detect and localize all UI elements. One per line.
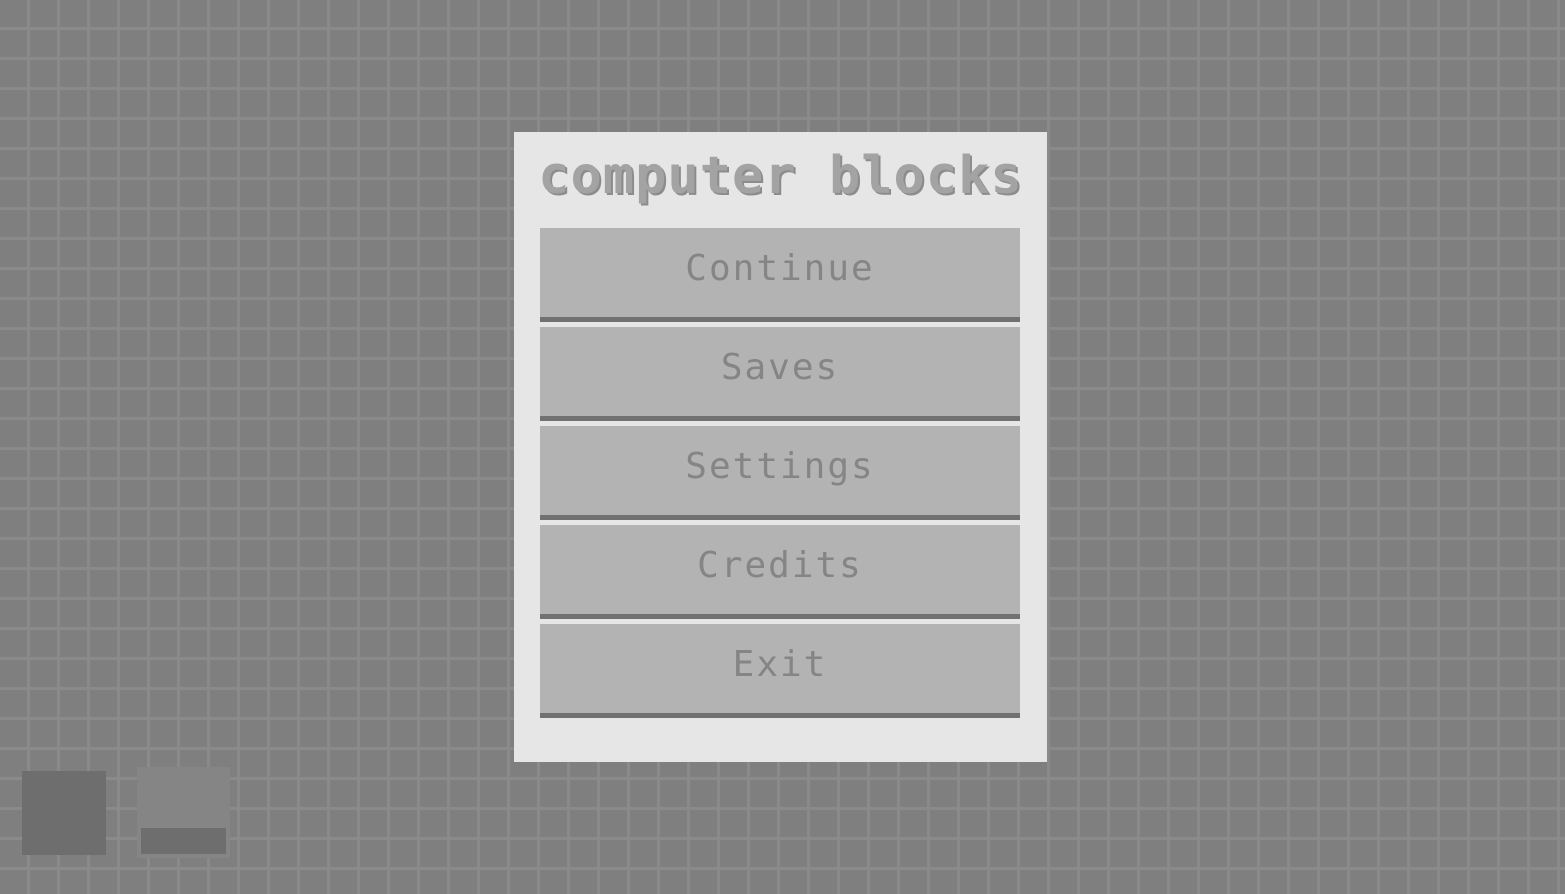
saves-button[interactable]: Saves xyxy=(540,327,1020,421)
main-menu-panel: computer blocks Continue Saves Settings … xyxy=(514,132,1047,762)
credits-button[interactable]: Credits xyxy=(540,525,1020,619)
exit-button[interactable]: Exit xyxy=(540,624,1020,718)
game-title: computer blocks xyxy=(538,146,1023,206)
saves-button-label: Saves xyxy=(720,347,840,388)
credits-button-label: Credits xyxy=(697,545,863,586)
exit-button-label: Exit xyxy=(732,644,828,685)
hotbar-slot-2[interactable] xyxy=(137,767,230,858)
continue-button-label: Continue xyxy=(685,248,875,289)
hotbar-slot-2-fill xyxy=(141,828,226,854)
hotbar-slot-1[interactable] xyxy=(22,771,106,855)
continue-button[interactable]: Continue xyxy=(540,228,1020,322)
settings-button[interactable]: Settings xyxy=(540,426,1020,520)
settings-button-label: Settings xyxy=(685,446,875,487)
